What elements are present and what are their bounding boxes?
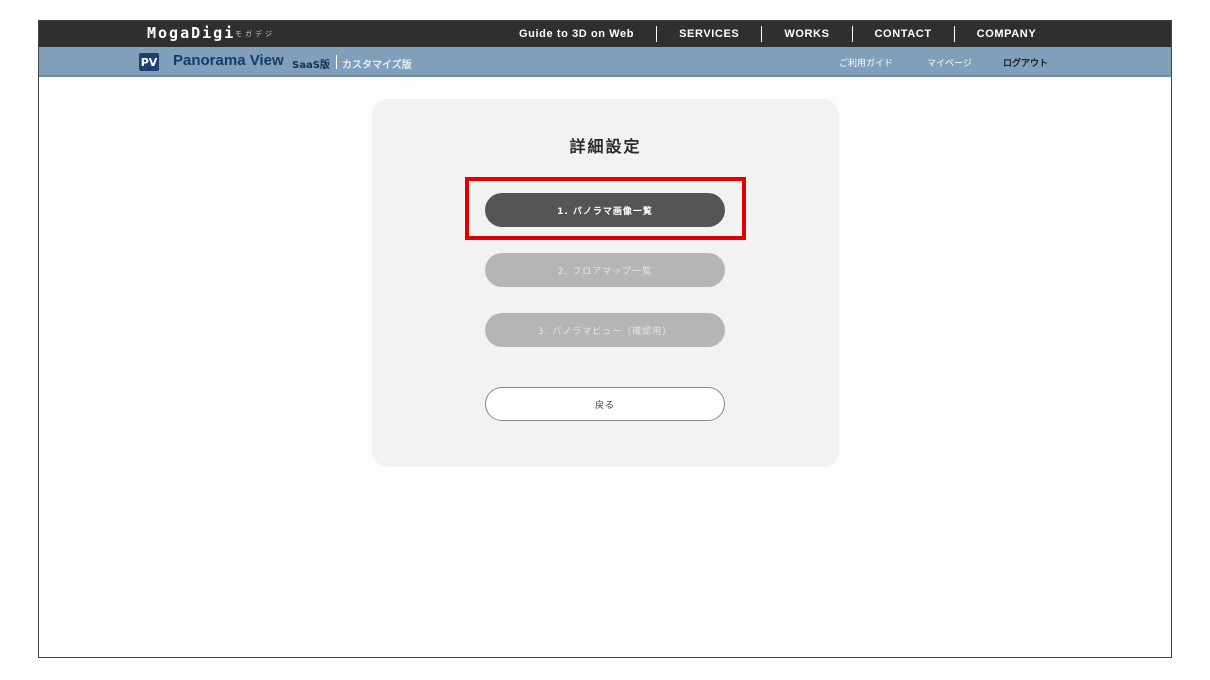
- product-name[interactable]: Panorama View: [173, 52, 284, 69]
- nav-works[interactable]: WORKS: [784, 28, 829, 40]
- nav-divider: [656, 26, 658, 42]
- nav-divider: [953, 26, 955, 42]
- edition-divider: [336, 55, 337, 69]
- main-nav: Guide to 3D on Web SERVICES WORKS CONTAC…: [519, 21, 1036, 47]
- nav-divider: [851, 26, 853, 42]
- nav-services[interactable]: SERVICES: [679, 28, 739, 40]
- brand-logo-sub: モガデジ: [235, 30, 275, 38]
- detail-settings-panel: 詳細設定 1. パノラマ画像一覧 2. フロアマップ一覧 3. パノラマビュー（…: [372, 99, 839, 467]
- panorama-view-preview-button: 3. パノラマビュー（確認用）: [485, 313, 725, 347]
- edition-saas: SaaS版: [292, 60, 330, 71]
- panorama-image-list-button[interactable]: 1. パノラマ画像一覧: [485, 193, 725, 227]
- edition-custom: カスタマイズ版: [342, 60, 412, 71]
- usage-guide-link[interactable]: ご利用ガイド: [839, 56, 893, 69]
- product-logo-icon: PV: [139, 53, 159, 71]
- nav-divider: [761, 26, 763, 42]
- nav-company[interactable]: COMPANY: [977, 28, 1037, 40]
- mypage-link[interactable]: マイページ: [927, 56, 972, 69]
- nav-guide-3d[interactable]: Guide to 3D on Web: [519, 28, 634, 40]
- back-button[interactable]: 戻る: [485, 387, 725, 421]
- product-bar: PV Panorama View SaaS版 カスタマイズ版 ご利用ガイド マイ…: [39, 47, 1171, 77]
- top-navigation-bar: MogaDigi モガデジ Guide to 3D on Web SERVICE…: [39, 21, 1171, 47]
- nav-contact[interactable]: CONTACT: [875, 28, 932, 40]
- brand-logo[interactable]: MogaDigi: [147, 24, 235, 42]
- floor-map-list-button: 2. フロアマップ一覧: [485, 253, 725, 287]
- panel-title: 詳細設定: [569, 137, 642, 156]
- app-window: MogaDigi モガデジ Guide to 3D on Web SERVICE…: [38, 20, 1172, 658]
- logout-link[interactable]: ログアウト: [1003, 56, 1048, 69]
